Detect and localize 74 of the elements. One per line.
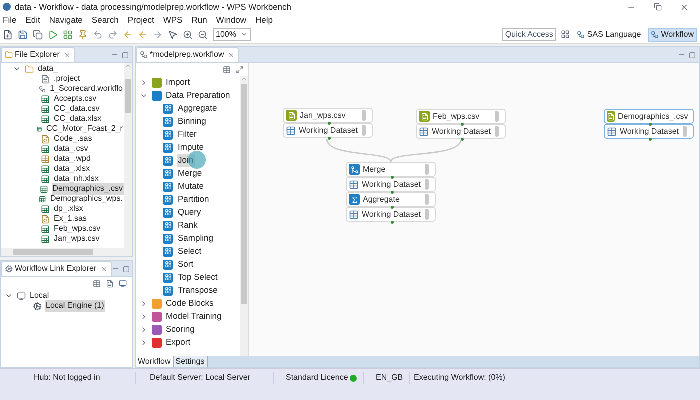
menu-item[interactable]: Project bbox=[128, 14, 154, 26]
tree-item[interactable]: data_.xlsx bbox=[53, 163, 92, 175]
tree-item[interactable]: Accepts.csv bbox=[53, 93, 98, 105]
tree-item[interactable]: .project bbox=[53, 73, 82, 85]
status-text: Standard Licence bbox=[286, 372, 348, 384]
tree-item[interactable]: data_nh.xlsx bbox=[53, 173, 100, 185]
palette-item[interactable]: Impute bbox=[177, 141, 205, 154]
palette-item[interactable]: Filter bbox=[177, 128, 198, 141]
workflow-block[interactable]: Feb_wps.csv bbox=[416, 109, 506, 124]
palette-item[interactable]: Sort bbox=[177, 258, 195, 271]
tree-item[interactable]: dp_.xlsx bbox=[53, 203, 84, 215]
palette-item[interactable]: Merge bbox=[177, 167, 204, 180]
workflow-block[interactable]: Working Dataset bbox=[346, 207, 436, 222]
status-text: Hub: Not logged in bbox=[0, 372, 136, 384]
tree-item[interactable]: Code_.sas bbox=[53, 133, 94, 145]
tree-item[interactable]: Feb_wps.csv bbox=[53, 223, 102, 235]
tree-item[interactable]: CC_data.csv bbox=[53, 103, 101, 115]
perspective-button[interactable]: SAS Language bbox=[575, 28, 644, 42]
tree-item[interactable]: Local bbox=[29, 290, 50, 302]
menu-item[interactable]: Edit bbox=[26, 14, 40, 26]
quick-access-field[interactable]: Quick Access bbox=[502, 28, 556, 41]
tree-item[interactable]: data_ bbox=[37, 63, 60, 75]
palette-item[interactable]: Aggregate bbox=[177, 102, 218, 115]
palette-category[interactable]: Import bbox=[166, 76, 190, 89]
palette-item[interactable]: Mutate bbox=[177, 180, 205, 193]
tree-item[interactable]: Ex_1.sas bbox=[53, 213, 88, 225]
menu-item[interactable]: Navigate bbox=[49, 14, 83, 26]
palette-category[interactable]: Export bbox=[166, 336, 191, 349]
workflow-block[interactable]: Working Dataset bbox=[283, 123, 373, 138]
zoom-field[interactable]: 100% bbox=[213, 28, 251, 41]
workflow-block[interactable]: Demographics_.csv bbox=[604, 109, 694, 124]
editor-tab[interactable]: Settings bbox=[174, 356, 208, 367]
workflow-block[interactable]: Working Dataset bbox=[346, 177, 436, 192]
palette-category[interactable]: Code Blocks bbox=[166, 297, 214, 310]
tree-item[interactable]: data_.csv bbox=[53, 143, 90, 155]
workflow-block[interactable]: Merge bbox=[346, 162, 436, 177]
menu-item[interactable]: WPS bbox=[163, 14, 183, 26]
tree-item[interactable]: data_.wpd bbox=[53, 153, 92, 165]
palette-item[interactable]: Sampling bbox=[177, 232, 214, 245]
status-text: Executing Workflow: (0%) bbox=[413, 372, 506, 384]
menu-item[interactable]: Help bbox=[256, 14, 274, 26]
menu-item[interactable]: Search bbox=[92, 14, 119, 26]
tree-item[interactable]: CC_Motor_Fcast_2_r bbox=[46, 123, 124, 135]
panel-tab[interactable]: Workflow Link Explorer bbox=[1, 261, 112, 276]
palette-item[interactable]: Top Select bbox=[177, 271, 219, 284]
tree-item[interactable]: 1_Scorecard.workflo bbox=[49, 83, 124, 95]
palette-item[interactable]: Transpose bbox=[177, 284, 219, 297]
palette-item[interactable]: Rank bbox=[177, 219, 199, 232]
palette-item[interactable]: Partition bbox=[177, 193, 210, 206]
tree-item[interactable]: Demographics_.csv bbox=[52, 183, 124, 195]
editor-tab[interactable]: Workflow bbox=[136, 356, 174, 367]
workflow-block[interactable]: Jan_wps.csv bbox=[283, 108, 373, 123]
workflow-block[interactable]: Working Dataset bbox=[604, 124, 694, 139]
palette-category[interactable]: Scoring bbox=[166, 323, 195, 336]
status-text: EN_GB bbox=[364, 372, 410, 384]
workflow-block[interactable]: Working Dataset bbox=[416, 124, 506, 139]
workflow-block[interactable]: Aggregate bbox=[346, 192, 436, 207]
status-text: Default Server: Local Server bbox=[136, 372, 274, 384]
tree-item[interactable]: Demographics_wps. bbox=[50, 193, 124, 205]
tree-item[interactable]: Local Engine (1) bbox=[45, 300, 106, 312]
menu-item[interactable]: File bbox=[3, 14, 17, 26]
palette-category[interactable]: Data Preparation bbox=[166, 89, 230, 102]
panel-tab[interactable]: File Explorer bbox=[1, 47, 75, 62]
tree-item[interactable]: CC_data.xlsx bbox=[53, 113, 103, 125]
window-title: data - Workflow - data processing/modelprep.workflow - WPS Workbench bbox=[15, 0, 292, 14]
tree-item[interactable]: Jan_wps.csv bbox=[53, 233, 101, 245]
menu-item[interactable]: Window bbox=[216, 14, 247, 26]
palette-item[interactable]: Select bbox=[177, 245, 203, 258]
palette-item[interactable]: Query bbox=[177, 206, 202, 219]
perspective-button[interactable]: Workflow bbox=[648, 28, 697, 42]
palette-category[interactable]: Model Training bbox=[166, 310, 222, 323]
menu-item[interactable]: Run bbox=[192, 14, 208, 26]
panel-tab[interactable]: *modelprep.workflow bbox=[136, 47, 240, 62]
palette-item[interactable]: Binning bbox=[177, 115, 208, 128]
